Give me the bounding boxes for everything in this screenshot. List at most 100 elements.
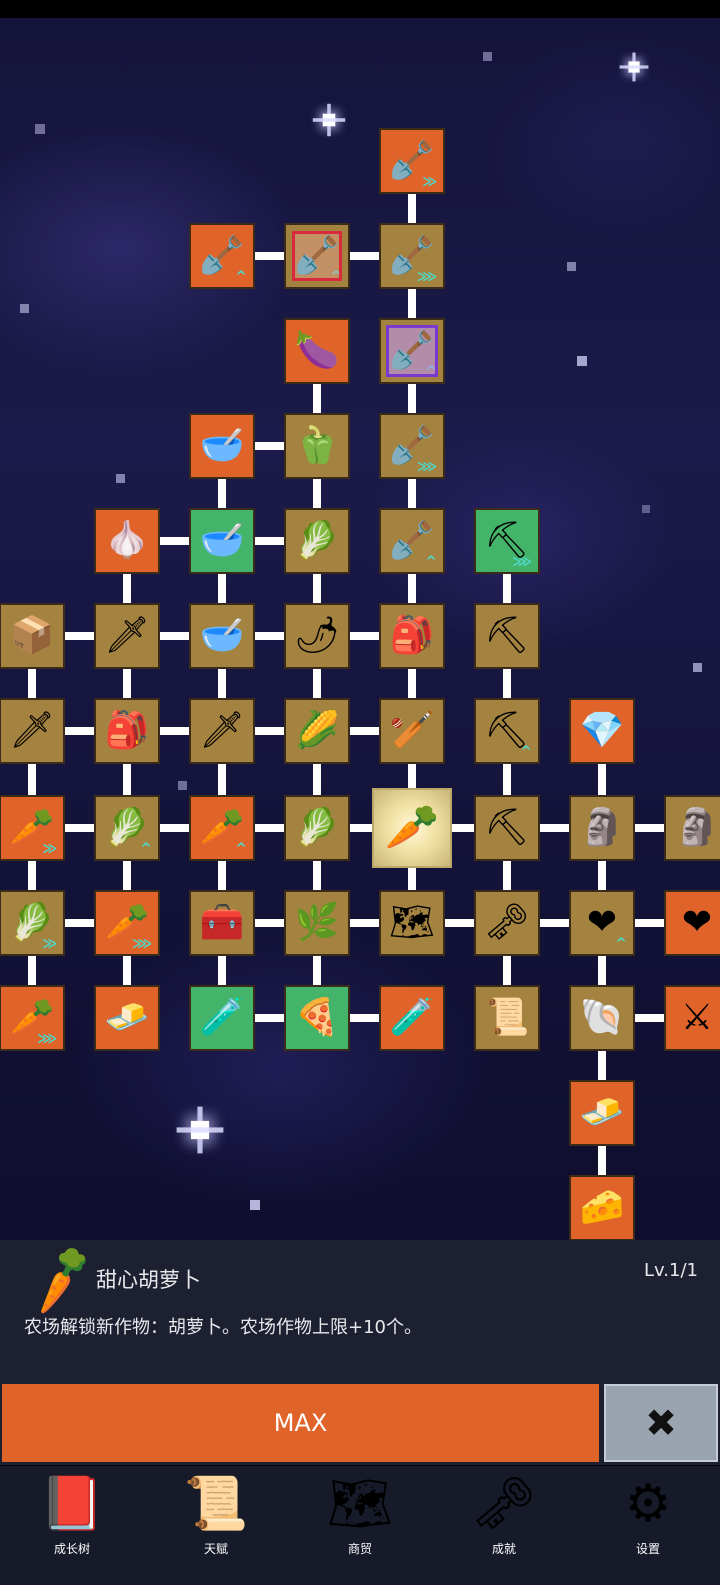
star-sparkle [619,52,649,82]
pepper-icon: 🫑 [294,425,340,466]
skill-node[interactable]: 🫑 [284,413,350,479]
shovel-icon: 🪏 [389,140,435,181]
skill-node[interactable]: 🥬 [284,795,350,861]
pickaxe-icon: ⛏ [484,807,530,848]
skill-node[interactable]: ❤ ^ [569,890,635,956]
map-icon: 🗺 [326,1474,393,1534]
skill-node[interactable]: 🪏 ^ [189,223,255,289]
key-icon: 🗝 [484,902,530,943]
backpack-icon: 🎒 [104,710,150,751]
skill-node[interactable]: 🌶 [284,603,350,669]
skill-node[interactable]: 🥕 ^ [189,795,255,861]
skill-node[interactable]: 💎 [569,698,635,764]
skill-node[interactable]: ❤ [664,890,720,956]
skill-node[interactable]: 🗝 [474,890,540,956]
skill-node[interactable]: 🏏 [379,698,445,764]
garlic-icon: 🧄 [104,520,150,561]
close-button[interactable]: ✖ [604,1384,718,1462]
skill-node[interactable]: 🥣 [189,413,255,479]
skill-node[interactable]: 🥬 [284,508,350,574]
skill-node[interactable]: 🍆 [284,318,350,384]
status-bar [0,0,720,18]
skill-node[interactable]: 🥬 ≫ [0,890,65,956]
skill-node[interactable]: 🧪 [379,985,445,1051]
star [250,1200,260,1210]
skill-node[interactable]: 🗺 [379,890,445,956]
heart-icon: ❤ [681,902,713,943]
skill-node[interactable]: 🪏 ⋙ [379,413,445,479]
skill-node[interactable]: 🌽 [284,698,350,764]
skill-node[interactable]: ⛏ ^ [474,698,540,764]
star [642,505,650,513]
crystal-icon: 💎 [579,710,625,751]
skill-node[interactable]: 🗡 [94,603,160,669]
skill-node[interactable]: 🪏 ^ [284,223,350,289]
skill-node[interactable]: 🥬 ^ [94,795,160,861]
skill-node[interactable]: 🧈 [94,985,160,1051]
heart-icon: ❤ [586,902,618,943]
skill-node[interactable]: 🗡 [0,698,65,764]
skill-node[interactable]: 🌿 [284,890,350,956]
carrot-icon: 🥕 [9,997,55,1038]
skill-tree-canvas[interactable]: 🪏 ≫ 🪏 ^ 🪏 ^ 🪏 ⋙ 🍆 🪏 ^ 🥣 🫑 🪏 ⋙ 🧄 🥣 🥬 🪏 ^ ⛏ ⋙ 📦 🗡 🥣 🌶 🎒 ⛏ 🗡 🎒 🗡 🌽 🏏 ⛏ ^ 💎 🥕 ≫ 🥬 ^… [0,18,720,1240]
shovel-icon: 🪏 [294,235,340,276]
scroll-icon: 📜 [484,997,530,1038]
corn-icon: 🌽 [294,710,340,751]
nav-achievement[interactable]: 🗝 成就 [432,1466,576,1585]
nav-growth-tree[interactable]: 📕 成长树 [0,1466,144,1585]
key-icon: 🗝 [470,1474,537,1534]
skill-node[interactable]: 🥕 [372,788,452,868]
skill-node[interactable]: ⛏ [474,795,540,861]
skill-node[interactable]: 🥕 ⋙ [94,890,160,956]
cabbage-icon: 🥬 [294,807,340,848]
shovel-icon: 🪏 [389,330,435,371]
skill-node[interactable]: 🧰 [189,890,255,956]
skill-node[interactable]: 🪏 ≫ [379,128,445,194]
shovel-icon: 🪏 [389,520,435,561]
nav-trade[interactable]: 🗺 商贸 [288,1466,432,1585]
star [116,474,125,483]
star-sparkle [176,1106,224,1154]
skill-node[interactable]: 🐚 [569,985,635,1051]
skill-node[interactable]: 🥕 ⋙ [0,985,65,1051]
pickaxe-icon: ⛏ [484,710,530,751]
skill-node[interactable]: 🪏 ^ [379,508,445,574]
bottom-nav: 📕 成长树 📜 天赋 🗺 商贸 🗝 成就 ⚙ 设置 [0,1466,720,1585]
skill-node[interactable]: 🧪 [189,985,255,1051]
skill-level: Lv.1/1 [644,1260,698,1281]
skill-node[interactable]: 🧀 [569,1175,635,1240]
butter-icon: 🧈 [579,1092,625,1133]
book-icon: 📕 [39,1474,105,1534]
skill-node[interactable]: ⛏ [474,603,540,669]
skill-node[interactable]: 🎒 [379,603,445,669]
backpack-icon: 🎒 [389,615,435,656]
skill-node[interactable]: 🎒 [94,698,160,764]
skill-node[interactable]: 🥣 [189,508,255,574]
skill-node[interactable]: 🧄 [94,508,160,574]
skill-node[interactable]: ⛏ ⋙ [474,508,540,574]
star [20,304,29,313]
shovel-icon: 🪏 [389,235,435,276]
nav-label: 成就 [491,1542,516,1556]
skill-node[interactable]: 📜 [474,985,540,1051]
skill-node[interactable]: ⚔ [664,985,720,1051]
skill-node[interactable]: 🪏 ⋙ [379,223,445,289]
skill-node[interactable]: 🥕 ≫ [0,795,65,861]
bowl-icon: 🥣 [199,425,245,466]
skill-node[interactable]: 🪏 ^ [379,318,445,384]
skill-node[interactable]: 📦 [0,603,65,669]
carrot-icon: 🥕 [199,807,245,848]
skill-node[interactable]: 🗡 [189,698,255,764]
max-button[interactable]: MAX [2,1384,599,1462]
sword-icon: ⚔ [680,997,714,1038]
nav-settings[interactable]: ⚙ 设置 [576,1466,720,1585]
skill-node[interactable]: 🗿 [664,795,720,861]
crate-icon: 📦 [9,615,55,656]
nav-talent[interactable]: 📜 天赋 [144,1466,288,1585]
skill-node[interactable]: 🗿 [569,795,635,861]
skill-node[interactable]: 🍕 [284,985,350,1051]
skill-node[interactable]: 🧈 [569,1080,635,1146]
fossil-icon: 🐚 [579,997,625,1038]
statue-icon: 🗿 [674,807,720,848]
skill-node[interactable]: 🥣 [189,603,255,669]
